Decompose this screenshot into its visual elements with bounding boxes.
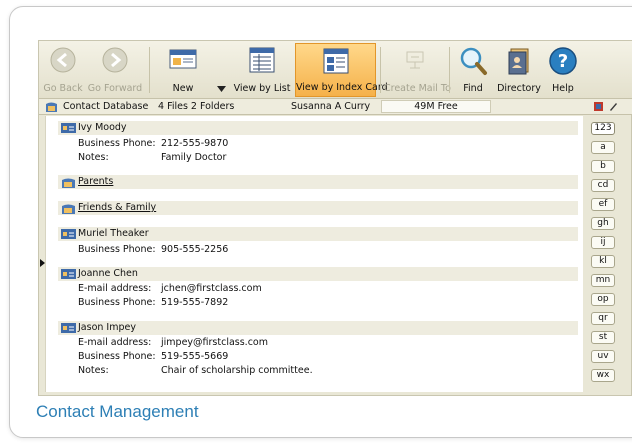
directory-button[interactable]: Directory — [493, 43, 545, 97]
field-label: E-mail address: — [78, 337, 152, 348]
index-tab-mn[interactable]: mn — [591, 274, 615, 287]
help-question-icon: ? — [549, 47, 577, 75]
index-tab-uv[interactable]: uv — [591, 350, 615, 363]
folder-entry-header[interactable]: Friends & Family — [58, 201, 578, 215]
go-back-label: Go Back — [43, 83, 83, 94]
sort-icon[interactable] — [593, 101, 604, 112]
index-tab-op[interactable]: op — [591, 293, 615, 306]
view-by-list-button[interactable]: View by List — [232, 43, 292, 97]
index-tab-b[interactable]: b — [591, 160, 615, 173]
contact-name: Muriel Theaker — [78, 228, 149, 239]
index-tab-gh[interactable]: gh — [591, 217, 615, 230]
toolbar-separator — [380, 47, 381, 93]
new-card-icon — [169, 49, 197, 69]
database-name: Contact Database — [63, 101, 149, 112]
help-button[interactable]: ? Help — [547, 43, 579, 97]
field-value: 519-555-5669 — [161, 351, 229, 362]
new-dropdown-arrow-icon[interactable] — [217, 77, 226, 96]
field-value: Chair of scholarship committee. — [161, 365, 313, 376]
field-value: Family Doctor — [161, 152, 227, 163]
field-value: 212-555-9870 — [161, 138, 229, 149]
field-label: Business Phone: — [78, 297, 156, 308]
contact-card-icon — [61, 229, 76, 239]
help-label: Help — [552, 83, 574, 94]
back-arrow-icon — [50, 47, 76, 73]
go-forward-label: Go Forward — [87, 83, 143, 94]
field-label: Business Phone: — [78, 138, 156, 149]
contact-name: Ivy Moody — [78, 122, 127, 133]
contact-card-icon — [61, 269, 76, 279]
field-label: Business Phone: — [78, 351, 156, 362]
svg-text:?: ? — [558, 51, 568, 72]
magnifier-icon — [460, 47, 487, 75]
index-tab-a[interactable]: a — [591, 141, 615, 154]
list-view-icon — [249, 47, 275, 73]
contact-window: Go Back Go Forward New View by List View… — [38, 40, 632, 396]
contact-card-icon — [61, 323, 76, 333]
find-label: Find — [463, 83, 483, 94]
index-tab-wx[interactable]: wx — [591, 369, 615, 382]
field-value: 519-555-7892 — [161, 297, 229, 308]
pointer-arrow-icon — [40, 259, 45, 267]
index-tab-st[interactable]: st — [591, 331, 615, 344]
user-name: Susanna A Curry — [291, 101, 371, 112]
index-tab-cd[interactable]: cd — [591, 179, 615, 192]
field-label: E-mail address: — [78, 283, 152, 294]
toolbar-separator — [449, 47, 450, 93]
index-tab-kl[interactable]: kl — [591, 255, 615, 268]
directory-label: Directory — [497, 83, 541, 94]
contact-name: Jason Impey — [78, 322, 136, 333]
contact-entry-header[interactable]: Ivy Moody — [58, 121, 578, 135]
index-card-view: Ivy Moody Business Phone: 212-555-9870 N… — [45, 116, 583, 392]
folder-name[interactable]: Friends & Family — [78, 201, 156, 215]
go-forward-button[interactable]: Go Forward — [87, 43, 143, 97]
view-by-index-card-label: View by Index Card — [296, 82, 388, 93]
go-back-button[interactable]: Go Back — [41, 43, 85, 97]
field-label: Notes: — [78, 152, 109, 163]
index-tab-123[interactable]: 123 — [591, 122, 615, 135]
field-value: jimpey@firstclass.com — [161, 337, 268, 348]
folder-entry-header[interactable]: Parents — [58, 175, 578, 189]
contact-name: Joanne Chen — [78, 268, 138, 279]
toolbar-separator — [149, 47, 150, 93]
create-mail-to-label: Create Mail To — [384, 83, 451, 94]
caption: Contact Management — [36, 402, 199, 421]
create-mail-to-button[interactable]: Create Mail To — [384, 43, 451, 97]
edit-pencil-icon[interactable] — [608, 101, 618, 112]
file-folder-count: 4 Files 2 Folders — [158, 101, 235, 112]
field-value: 905-555-2256 — [161, 244, 229, 255]
find-button[interactable]: Find — [456, 43, 490, 97]
free-space: 49M Free — [381, 100, 491, 113]
mailbox-icon — [406, 51, 424, 69]
directory-book-icon — [508, 48, 529, 75]
view-by-list-label: View by List — [233, 83, 291, 94]
contact-entry-header[interactable]: Joanne Chen — [58, 267, 578, 281]
index-tab-ef[interactable]: ef — [591, 198, 615, 211]
field-label: Business Phone: — [78, 244, 156, 255]
folder-contacts-icon — [62, 204, 75, 214]
forward-arrow-icon — [102, 47, 128, 73]
index-card-icon — [323, 48, 348, 74]
new-label: New — [172, 83, 194, 94]
contact-entry-header[interactable]: Jason Impey — [58, 321, 578, 335]
field-value: jchen@firstclass.com — [161, 283, 262, 294]
field-label: Notes: — [78, 365, 109, 376]
contact-entry-header[interactable]: Muriel Theaker — [58, 227, 578, 241]
toolbar: Go Back Go Forward New View by List View… — [39, 41, 632, 99]
view-by-index-card-button[interactable]: View by Index Card — [295, 43, 388, 97]
folder-name[interactable]: Parents — [78, 175, 113, 189]
index-tab-ij[interactable]: ij — [591, 236, 615, 249]
index-tab-qr[interactable]: qr — [591, 312, 615, 325]
new-button[interactable]: New — [163, 43, 203, 97]
status-bar: Contact Database 4 Files 2 Folders Susan… — [39, 99, 632, 115]
folder-contacts-icon — [62, 178, 75, 188]
contact-database-icon — [46, 102, 57, 112]
contact-card-icon — [61, 123, 76, 133]
